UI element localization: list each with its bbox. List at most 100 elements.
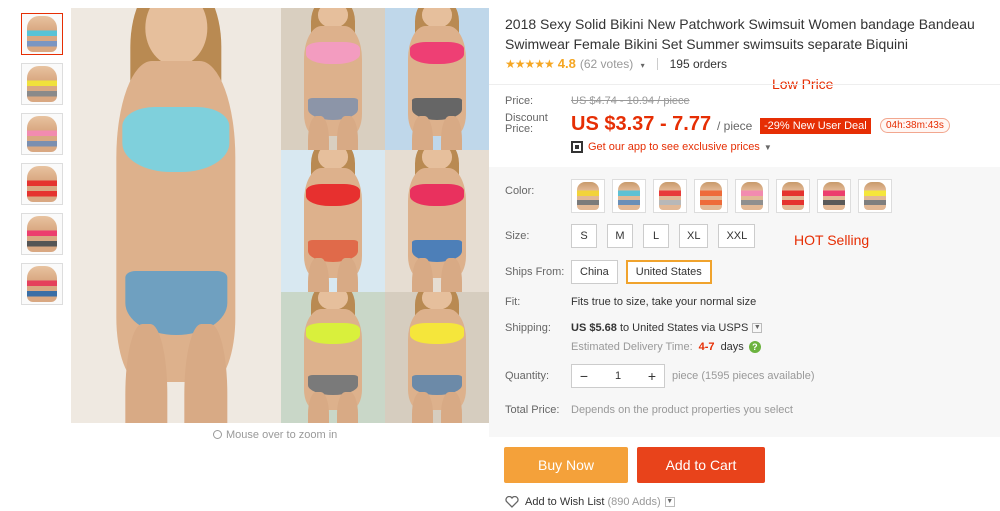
add-to-cart-button[interactable]: Add to Cart <box>637 447 765 483</box>
swatch-image <box>577 182 599 210</box>
quantity-available: piece (1595 pieces available) <box>672 370 815 382</box>
swatch-image <box>823 182 845 210</box>
model-leg <box>337 391 359 423</box>
app-promo-link[interactable]: Get our app to see exclusive prices ▼ <box>571 141 772 153</box>
size-m[interactable]: M <box>607 224 633 248</box>
model-figure <box>298 292 368 423</box>
chevron-down-icon: ▼ <box>763 142 772 152</box>
delivery-value: 4-7 <box>698 341 715 353</box>
zoom-hint-text: Mouse over to zoom in <box>226 429 338 441</box>
model-top <box>122 107 230 172</box>
swatch-image <box>741 182 763 210</box>
thumbnail-5[interactable] <box>21 213 63 255</box>
help-icon[interactable]: ? <box>748 341 761 353</box>
photo-magenta <box>385 8 489 150</box>
model-leg <box>184 323 227 423</box>
model-top <box>306 323 360 344</box>
photo-main <box>71 8 281 423</box>
size-label: Size: <box>505 230 530 242</box>
votes-text: (62 votes) <box>579 56 634 71</box>
size-s[interactable]: S <box>571 224 597 248</box>
model-leg <box>337 258 359 292</box>
color-swatch-8[interactable] <box>858 179 892 213</box>
price-label: Price: <box>505 95 534 107</box>
buy-now-button[interactable]: Buy Now <box>504 447 628 483</box>
hot-selling-note: HOT Selling <box>794 232 870 248</box>
color-swatch-6[interactable] <box>776 179 810 213</box>
divider <box>656 57 658 70</box>
thumbnail-image <box>27 116 57 152</box>
size-options: S M L XL XXL <box>571 224 765 248</box>
model-top <box>410 184 464 206</box>
color-swatch-4[interactable] <box>694 179 728 213</box>
thumbnail-3[interactable] <box>21 113 63 155</box>
thumbnail-2[interactable] <box>21 63 63 105</box>
quantity-input[interactable]: 1 <box>596 370 640 382</box>
wishlist-count: (890 Adds) <box>607 496 661 508</box>
photo-pink <box>281 8 385 150</box>
photo-red <box>281 150 385 292</box>
thumbnail-6[interactable] <box>21 263 63 305</box>
wishlist-label: Add to Wish List <box>525 496 605 508</box>
increase-quantity-button[interactable]: + <box>640 365 664 387</box>
size-l[interactable]: L <box>643 224 669 248</box>
swatch-image <box>700 182 722 210</box>
thumbnail-image <box>27 166 57 202</box>
thumbnail-1[interactable] <box>21 13 63 55</box>
model-leg <box>307 391 329 423</box>
original-price: US $4.74 - 10.94 / piece <box>571 95 690 107</box>
model-top <box>306 42 360 64</box>
shipping-cost: US $5.68 <box>571 322 617 334</box>
model-leg <box>307 116 329 150</box>
price-unit: / piece <box>717 119 753 133</box>
discount-price: US $3.37 - 7.77 <box>571 113 712 135</box>
model-figure <box>402 150 472 292</box>
add-to-wishlist[interactable]: Add to Wish List (890 Adds) ▼ <box>505 496 675 508</box>
model-figure <box>298 8 368 150</box>
chevron-down-icon: ▼ <box>752 323 763 333</box>
model-leg <box>307 258 329 292</box>
model-top <box>306 184 360 206</box>
shipping-label: Shipping: <box>505 322 551 334</box>
color-swatch-1[interactable] <box>571 179 605 213</box>
main-product-image[interactable] <box>71 8 489 423</box>
total-price-label: Total Price: <box>505 404 560 416</box>
ships-from-china[interactable]: China <box>571 260 618 284</box>
color-swatch-7[interactable] <box>817 179 851 213</box>
model-leg <box>441 258 463 292</box>
ships-from-options: China United States <box>571 260 720 284</box>
shipping-destination: to United States via USPS <box>619 322 749 334</box>
ships-from-united-states[interactable]: United States <box>625 260 712 284</box>
product-page: Mouse over to zoom in 2018 Sexy Solid Bi… <box>0 0 1000 511</box>
votes-link[interactable]: (62 votes) ▾ <box>580 57 645 71</box>
delivery-time: Estimated Delivery Time: 4-7 days ? <box>571 341 761 353</box>
price-section: Price: US $4.74 - 10.94 / piece Discount… <box>489 84 1000 167</box>
quantity-label: Quantity: <box>505 370 550 382</box>
model-leg <box>441 116 463 150</box>
thumbnail-image <box>27 16 57 52</box>
color-swatch-3[interactable] <box>653 179 687 213</box>
model-leg <box>411 258 433 292</box>
color-swatch-2[interactable] <box>612 179 646 213</box>
photo-yellow <box>385 292 489 423</box>
magnifier-icon <box>213 430 222 439</box>
orders-count: 195 orders <box>669 56 727 71</box>
color-swatch-5[interactable] <box>735 179 769 213</box>
model-leg <box>411 116 433 150</box>
swatch-image <box>864 182 886 210</box>
thumbnail-list <box>21 13 63 313</box>
thumbnail-4[interactable] <box>21 163 63 205</box>
model-figure <box>402 8 472 150</box>
thumbnail-image <box>27 66 57 102</box>
swatch-image <box>659 182 681 210</box>
rating-row: ★★★★★ 4.8 (62 votes) ▾ 195 orders <box>505 56 727 71</box>
size-xl[interactable]: XL <box>679 224 709 248</box>
delivery-label: Estimated Delivery Time: <box>571 341 693 353</box>
options-section: Color: Size: S M L XL XXL Ships From: Ch… <box>489 167 1000 437</box>
decrease-quantity-button[interactable]: − <box>572 365 596 387</box>
delivery-unit: days <box>720 341 744 353</box>
size-xxl[interactable]: XXL <box>718 224 756 248</box>
heart-icon <box>505 496 519 508</box>
rating-value: 4.8 <box>557 56 576 71</box>
shipping-info[interactable]: US $5.68 to United States via USPS ▼ <box>571 322 763 334</box>
